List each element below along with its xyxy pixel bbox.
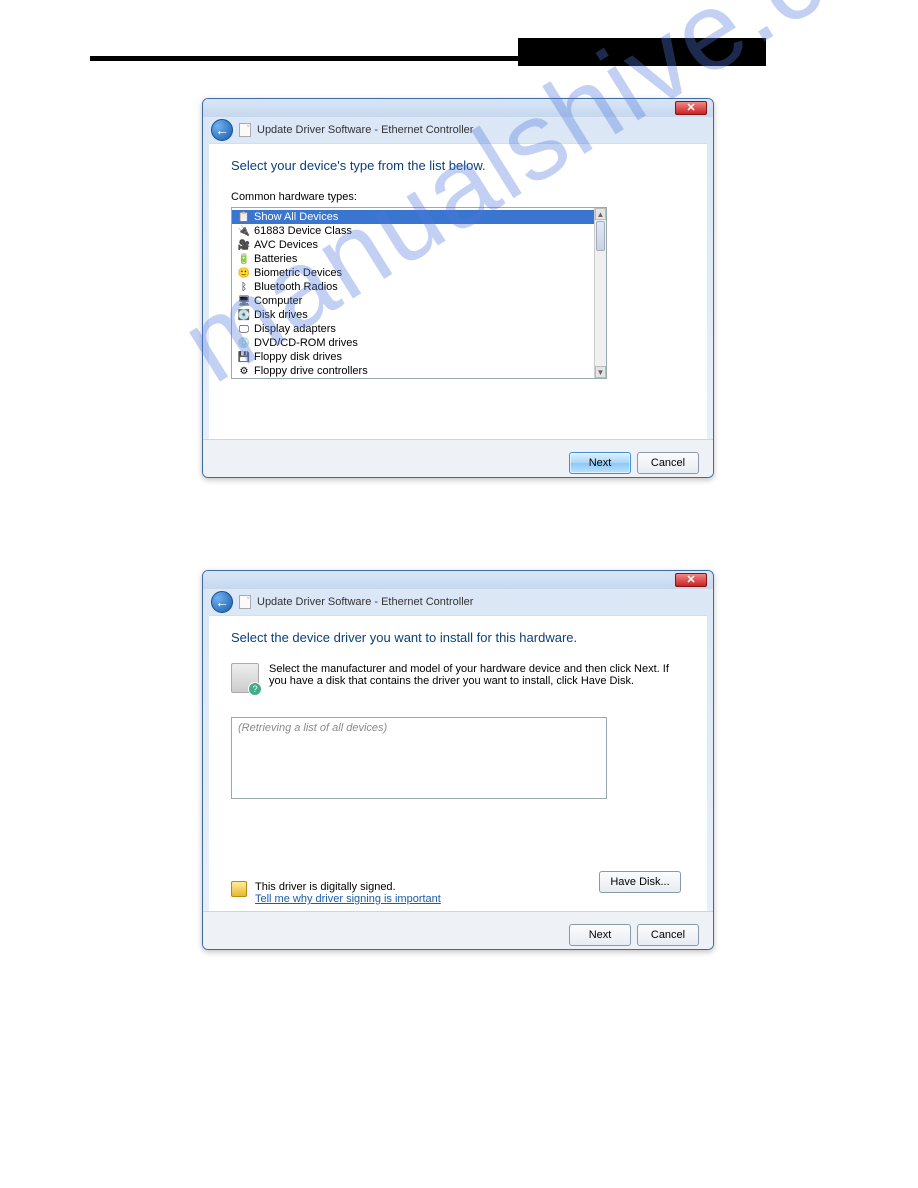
close-button[interactable]: ✕ — [675, 101, 707, 115]
close-button[interactable]: ✕ — [675, 573, 707, 587]
list-item[interactable]: 💽 Disk drives — [232, 308, 594, 322]
list-item[interactable]: 🙂 Biometric Devices — [232, 266, 594, 280]
dialog-footer: Next Cancel — [203, 439, 713, 478]
shield-icon — [231, 881, 247, 897]
back-button[interactable]: ← — [211, 119, 233, 141]
scroll-up-button[interactable]: ▲ — [595, 208, 606, 220]
list-item[interactable]: 🖥 Computer — [232, 294, 594, 308]
hardware-icon — [231, 663, 259, 693]
next-button[interactable]: Next — [569, 452, 631, 474]
device-list-box: (Retrieving a list of all devices) — [231, 717, 607, 799]
scroll-thumb[interactable] — [596, 221, 605, 251]
list-label: Common hardware types: — [231, 191, 685, 203]
cancel-button[interactable]: Cancel — [637, 452, 699, 474]
list-item-label: Disk drives — [254, 309, 308, 321]
list-item[interactable]: 🖵 Display adapters — [232, 322, 594, 336]
dialog-body: Select your device's type from the list … — [209, 143, 707, 439]
titlebar: ✕ — [203, 571, 713, 589]
device-type-icon: 🔌 — [238, 225, 250, 237]
dialog-footer: Next Cancel — [203, 911, 713, 950]
device-type-icon: 🔋 — [238, 253, 250, 265]
list-item[interactable]: ⚙ Floppy drive controllers — [232, 364, 594, 378]
list-item[interactable]: 💿 DVD/CD-ROM drives — [232, 336, 594, 350]
list-item[interactable]: 🔌 61883 Device Class — [232, 224, 594, 238]
signed-text: This driver is digitally signed. — [255, 881, 441, 893]
dialog-body: Select the device driver you want to ins… — [209, 615, 707, 911]
scroll-down-button[interactable]: ▼ — [595, 366, 606, 378]
list-item-label: Bluetooth Radios — [254, 281, 338, 293]
device-type-icon: 🖵 — [238, 323, 250, 335]
device-type-icon: ᛒ — [238, 281, 250, 293]
device-type-icon: 💽 — [238, 309, 250, 321]
hardware-type-listbox[interactable]: 📋 Show All Devices 🔌 61883 Device Class 🎥 AVC… — [231, 207, 607, 379]
header-black-box — [518, 38, 766, 66]
signing-row: This driver is digitally signed. Tell me… — [231, 881, 441, 905]
next-button[interactable]: Next — [569, 924, 631, 946]
dialog-title: Update Driver Software - Ethernet Contro… — [257, 124, 473, 136]
page-header — [90, 44, 828, 72]
list-item-label: Floppy disk drives — [254, 351, 342, 363]
dialog-nav: ← Update Driver Software - Ethernet Cont… — [203, 117, 713, 143]
list-item-label: Batteries — [254, 253, 297, 265]
cancel-button[interactable]: Cancel — [637, 924, 699, 946]
list-item-label: Show All Devices — [254, 211, 338, 223]
list-item[interactable]: ᛒ Bluetooth Radios — [232, 280, 594, 294]
dialog-select-driver: ✕ ← Update Driver Software - Ethernet Co… — [202, 570, 714, 950]
list-item-label: Display adapters — [254, 323, 336, 335]
scrollbar[interactable]: ▲ ▼ — [594, 208, 606, 378]
info-row: Select the manufacturer and model of you… — [231, 663, 685, 693]
dialog-heading: Select your device's type from the list … — [231, 158, 685, 173]
device-type-icon: 🙂 — [238, 267, 250, 279]
page-icon — [239, 595, 251, 609]
device-type-icon: 🖥 — [238, 295, 250, 307]
back-button[interactable]: ← — [211, 591, 233, 613]
device-type-icon: 💿 — [238, 337, 250, 349]
have-disk-button[interactable]: Have Disk... — [599, 871, 681, 893]
device-type-icon: ⚙ — [238, 365, 250, 377]
dialog-title: Update Driver Software - Ethernet Contro… — [257, 596, 473, 608]
list-item-label: Computer — [254, 295, 302, 307]
list-item-label: AVC Devices — [254, 239, 318, 251]
info-text: Select the manufacturer and model of you… — [269, 663, 685, 687]
signing-info-link[interactable]: Tell me why driver signing is important — [255, 893, 441, 905]
dialog-nav: ← Update Driver Software - Ethernet Cont… — [203, 589, 713, 615]
device-type-icon: 🎥 — [238, 239, 250, 251]
list-item[interactable]: 📋 Show All Devices — [232, 210, 594, 224]
list-item[interactable]: 🔋 Batteries — [232, 252, 594, 266]
list-item[interactable]: 💾 Floppy disk drives — [232, 350, 594, 364]
list-item[interactable]: 🎥 AVC Devices — [232, 238, 594, 252]
dialog-select-device-type: ✕ ← Update Driver Software - Ethernet Co… — [202, 98, 714, 478]
titlebar: ✕ — [203, 99, 713, 117]
device-type-icon: 💾 — [238, 351, 250, 363]
list-item-label: 61883 Device Class — [254, 225, 352, 237]
dialog-heading: Select the device driver you want to ins… — [231, 630, 685, 645]
header-rule — [90, 56, 518, 61]
list-item-label: DVD/CD-ROM drives — [254, 337, 358, 349]
page-icon — [239, 123, 251, 137]
list-item-label: Floppy drive controllers — [254, 365, 368, 377]
device-type-icon: 📋 — [238, 211, 250, 223]
retrieving-text: (Retrieving a list of all devices) — [238, 722, 387, 734]
list-item-label: Biometric Devices — [254, 267, 342, 279]
